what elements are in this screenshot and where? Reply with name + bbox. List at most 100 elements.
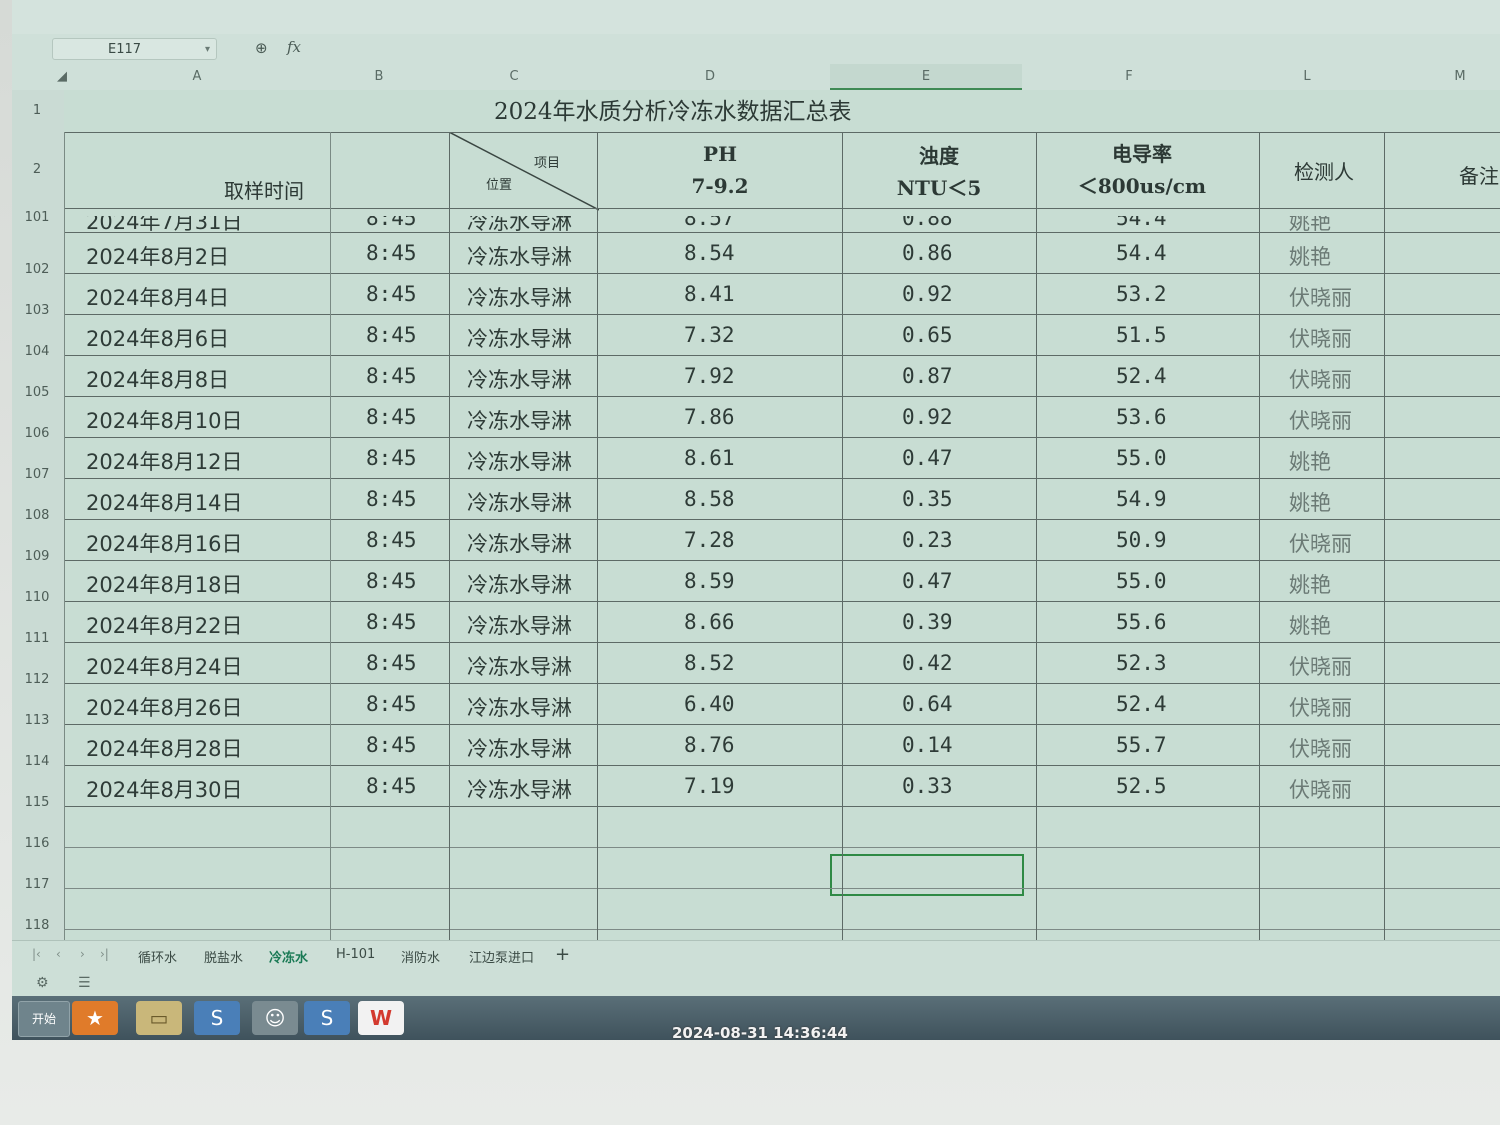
cell-date[interactable]: 2024年8月10日 [86, 405, 243, 435]
cell-turbidity[interactable]: 0.39 [902, 610, 953, 634]
zoom-icon[interactable]: ⊕ [255, 39, 268, 57]
next-sheet-icon[interactable]: › [80, 947, 85, 961]
cell-ph[interactable]: 8.41 [684, 282, 735, 306]
cell-ph[interactable]: 7.32 [684, 323, 735, 347]
row-number-113[interactable]: 113 [12, 713, 62, 728]
column-header-b[interactable]: B [369, 69, 389, 84]
row-number-2[interactable]: 2 [12, 162, 62, 177]
cell-location[interactable]: 冷冻水导淋 [467, 692, 572, 722]
cell-ph[interactable]: 6.40 [684, 692, 735, 716]
cell-location[interactable]: 冷冻水导淋 [467, 651, 572, 681]
fx-icon[interactable]: fx [287, 38, 301, 56]
cell-location[interactable]: 冷冻水导淋 [467, 446, 572, 476]
cell-ph[interactable]: 8.61 [684, 446, 735, 470]
selected-cell-e117[interactable] [830, 854, 1024, 896]
header-remarks[interactable]: 备注 [1424, 160, 1500, 189]
row-number-105[interactable]: 105 [12, 385, 62, 400]
cell-turbidity[interactable]: 0.64 [902, 692, 953, 716]
cell-turbidity[interactable]: 0.92 [902, 282, 953, 306]
cell-conductivity[interactable]: 55.7 [1116, 733, 1167, 757]
cell-turbidity[interactable]: 0.86 [902, 241, 953, 265]
list-icon[interactable]: ☰ [78, 975, 91, 991]
name-box[interactable]: E117 ▾ [52, 38, 217, 60]
cell-inspector[interactable]: 伏晓丽 [1289, 323, 1352, 353]
cell-turbidity[interactable]: 0.14 [902, 733, 953, 757]
diagonal-header-cell[interactable] [449, 132, 599, 212]
sheet-tab-desalinated-water[interactable]: 脱盐水 [204, 947, 243, 966]
cell-location[interactable]: 冷冻水导淋 [467, 610, 572, 640]
cell-turbidity[interactable]: 0.47 [902, 569, 953, 593]
cell-date[interactable]: 2024年8月30日 [86, 774, 243, 804]
header-inspector[interactable]: 检测人 [1264, 156, 1384, 185]
cell-turbidity[interactable]: 0.35 [902, 487, 953, 511]
last-sheet-icon[interactable]: ›| [100, 947, 109, 961]
cell-ph[interactable]: 8.57 [684, 216, 735, 230]
cell-location[interactable]: 冷冻水导淋 [467, 733, 572, 763]
cell-inspector[interactable]: 伏晓丽 [1289, 405, 1352, 435]
cell-conductivity[interactable]: 54.4 [1116, 216, 1167, 230]
row-number-107[interactable]: 107 [12, 467, 62, 482]
column-header-a[interactable]: A [187, 69, 207, 84]
cell-date[interactable]: 2024年8月2日 [86, 241, 229, 271]
cell-date[interactable]: 2024年8月12日 [86, 446, 243, 476]
cell-time[interactable]: 8:45 [366, 216, 417, 230]
start-button[interactable]: 开始 [18, 1001, 70, 1037]
cell-turbidity[interactable]: 0.47 [902, 446, 953, 470]
cell-time[interactable]: 8:45 [366, 241, 417, 265]
cell-date[interactable]: 2024年8月24日 [86, 651, 243, 681]
row-number-104[interactable]: 104 [12, 344, 62, 359]
sheet-tab-h101[interactable]: H-101 [336, 947, 375, 962]
cell-conductivity[interactable]: 53.2 [1116, 282, 1167, 306]
first-sheet-icon[interactable]: |‹ [32, 947, 41, 961]
row-number-103[interactable]: 103 [12, 303, 62, 318]
folder-icon[interactable]: ▭ [136, 1001, 182, 1035]
cell-time[interactable]: 8:45 [366, 323, 417, 347]
cell-inspector[interactable]: 伏晓丽 [1289, 651, 1352, 681]
cell-inspector[interactable]: 伏晓丽 [1289, 692, 1352, 722]
cell-conductivity[interactable]: 54.9 [1116, 487, 1167, 511]
cell-inspector[interactable]: 伏晓丽 [1289, 528, 1352, 558]
row-number-108[interactable]: 108 [12, 508, 62, 523]
sogou-icon-2[interactable]: S [304, 1001, 350, 1035]
header-turbidity[interactable]: 浊度 [864, 140, 1014, 169]
cell-date[interactable]: 2024年8月26日 [86, 692, 243, 722]
row-number-106[interactable]: 106 [12, 426, 62, 441]
cell-ph[interactable]: 7.19 [684, 774, 735, 798]
cell-date[interactable]: 2024年8月16日 [86, 528, 243, 558]
cell-location[interactable]: 冷冻水导淋 [467, 364, 572, 394]
cell-time[interactable]: 8:45 [366, 610, 417, 634]
cell-date[interactable]: 2024年7月31日 [86, 216, 243, 236]
cell-conductivity[interactable]: 55.0 [1116, 446, 1167, 470]
cell-turbidity[interactable]: 0.42 [902, 651, 953, 675]
cell-date[interactable]: 2024年8月14日 [86, 487, 243, 517]
cell-time[interactable]: 8:45 [366, 364, 417, 388]
cell-date[interactable]: 2024年8月18日 [86, 569, 243, 599]
cell-ph[interactable]: 8.52 [684, 651, 735, 675]
cell-conductivity[interactable]: 55.6 [1116, 610, 1167, 634]
cell-time[interactable]: 8:45 [366, 405, 417, 429]
cell-date[interactable]: 2024年8月22日 [86, 610, 243, 640]
cell-inspector[interactable]: 姚艳 [1289, 216, 1331, 236]
cell-time[interactable]: 8:45 [366, 733, 417, 757]
column-header-f[interactable]: F [1119, 69, 1139, 84]
header-sample-time[interactable]: 取样时间 [204, 175, 324, 204]
cell-turbidity[interactable]: 0.92 [902, 405, 953, 429]
cell-ph[interactable]: 8.54 [684, 241, 735, 265]
cell-time[interactable]: 8:45 [366, 569, 417, 593]
cell-inspector[interactable]: 姚艳 [1289, 241, 1331, 271]
sogou-icon[interactable]: S [194, 1001, 240, 1035]
cell-time[interactable]: 8:45 [366, 446, 417, 470]
row-number-115[interactable]: 115 [12, 795, 62, 810]
row-number-111[interactable]: 111 [12, 631, 62, 646]
row-number-101[interactable]: 101 [12, 210, 62, 225]
cell-inspector[interactable]: 伏晓丽 [1289, 774, 1352, 804]
cell-conductivity[interactable]: 52.4 [1116, 364, 1167, 388]
cell-inspector[interactable]: 伏晓丽 [1289, 733, 1352, 763]
cell-location[interactable]: 冷冻水导淋 [467, 241, 572, 271]
cell-inspector[interactable]: 伏晓丽 [1289, 282, 1352, 312]
row-number-114[interactable]: 114 [12, 754, 62, 769]
star-icon[interactable]: ★ [72, 1001, 118, 1035]
spreadsheet-grid[interactable]: 2024年水质分析冷冻水数据汇总表 取样时间 项目 位置 PH 7-9.2 浊度… [64, 90, 1500, 950]
cell-date[interactable]: 2024年8月6日 [86, 323, 229, 353]
select-all-corner[interactable]: ◢ [52, 69, 72, 84]
